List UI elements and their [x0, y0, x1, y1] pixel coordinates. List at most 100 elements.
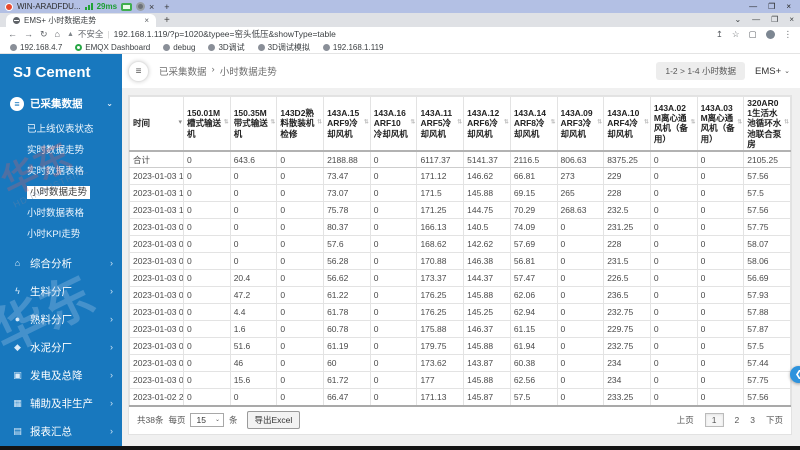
column-header[interactable]: 时间 ▾	[129, 95, 184, 152]
sidebar-item[interactable]: ● 熟料分厂 ›	[0, 305, 122, 333]
app-menu-dropdown[interactable]: EMS+ ⌄	[755, 66, 790, 77]
tab-title: EMS+ 小时数据走势	[24, 16, 97, 25]
sidebar-item[interactable]: ⌂ 综合分析 ›	[0, 249, 122, 277]
sidebar-item[interactable]: ▤ 报表汇总 ›	[0, 417, 122, 445]
sidebar-subitem[interactable]: 实时数据走势	[0, 138, 122, 159]
back-icon[interactable]: ←	[8, 29, 17, 39]
profile-avatar[interactable]	[765, 29, 775, 39]
remote-close-button[interactable]: ×	[786, 2, 791, 11]
tab-groups-icon[interactable]: ▢	[748, 29, 756, 40]
page-button[interactable]: 1	[704, 412, 724, 427]
sidebar-group-collected-data[interactable]: ≡ 已采集数据 ⌄	[0, 90, 122, 116]
column-header[interactable]: 143A.12ARF6冷却风机 ⇅	[463, 95, 511, 152]
sort-icon[interactable]: ⇅	[364, 120, 369, 127]
bookmark-star-icon[interactable]: ☆	[732, 29, 740, 40]
remote-new-tab-button[interactable]: +	[164, 2, 169, 12]
column-header-label: 143A.10ARF4冷却风机	[607, 108, 640, 139]
sidebar-item[interactable]: ▦ 辅助及非生产 ›	[0, 389, 122, 417]
column-header[interactable]: 143A.15ARF9冷却风机 ⇅	[323, 95, 371, 152]
browser-menu-icon[interactable]: ⋮	[784, 29, 793, 40]
sort-icon[interactable]: ⇅	[317, 120, 322, 127]
value-cell: 66.81	[509, 167, 558, 186]
sidebar-subitem[interactable]: 小时数据表格	[0, 201, 122, 222]
reload-icon[interactable]: ↻	[40, 29, 48, 40]
sidebar-item[interactable]: ▣ 发电及总降 ›	[0, 361, 122, 389]
sort-caret-icon[interactable]: ▾	[178, 119, 182, 127]
bookmark-item[interactable]: 192.168.1.119	[322, 43, 383, 52]
range-selector[interactable]: 1-2 > 1-4 小时数据	[656, 62, 745, 80]
next-page-button[interactable]: 下页	[766, 414, 783, 426]
bookmark-item[interactable]: EMQX Dashboard	[75, 43, 150, 52]
sort-icon[interactable]: ⇅	[550, 120, 555, 127]
sidebar-item[interactable]: ⊙查看所有数据›	[0, 445, 122, 446]
collapse-panel-button[interactable]: ❮	[790, 366, 800, 383]
sort-icon[interactable]: ⇅	[224, 120, 229, 127]
column-header[interactable]: 150.01M槽式输送机 ⇅	[183, 95, 231, 152]
column-header[interactable]: 143D2熟料散装机检修 ⇅	[276, 95, 325, 152]
sidebar-item[interactable]: ϟ 生料分厂 ›	[0, 277, 122, 305]
sidebar-menu: ⌂ 综合分析 › ϟ 生料分厂 › ● 熟料分厂 › ◆ 水泥分厂 › ▣ 发电及总降 › ▦ 辅助及非生产 › ▤…	[0, 249, 122, 446]
remote-tab-close-button[interactable]: ×	[149, 2, 154, 12]
new-tab-button[interactable]: +	[156, 15, 178, 27]
url-field[interactable]: ▲ 不安全 | 192.168.1.119/?p=1020&typee=窑头低压…	[67, 28, 709, 40]
sort-icon[interactable]: ⇅	[457, 120, 462, 127]
browser-minimize-button[interactable]: —	[752, 15, 760, 24]
column-header[interactable]: 143A.16ARF10冷却风机 ⇅	[369, 95, 418, 152]
value-cell: 0	[696, 269, 745, 288]
bookmark-item[interactable]: 192.168.4.7	[10, 43, 62, 52]
value-cell: 57.56	[743, 167, 791, 186]
value-cell: 57.93	[743, 286, 791, 305]
browser-profile-dropdown-icon[interactable]: ⌄	[734, 15, 741, 24]
bookmark-item[interactable]: 3D调试模拟	[257, 42, 310, 53]
session-badge-icon[interactable]	[136, 2, 146, 11]
sort-icon[interactable]: ⇅	[784, 120, 789, 127]
browser-restore-button[interactable]: ❐	[771, 15, 778, 24]
value-cell: 0	[229, 218, 278, 237]
screen-badge-icon[interactable]	[121, 2, 133, 11]
sort-icon[interactable]: ⇅	[410, 120, 415, 127]
remote-restore-button[interactable]: ❐	[768, 2, 775, 11]
column-header[interactable]: 143A.02M离心通风机（备用） ⇅	[649, 95, 698, 152]
column-header[interactable]: 143A.11ARF5冷却风机 ⇅	[416, 95, 465, 152]
sidebar-item[interactable]: ◆ 水泥分厂 ›	[0, 333, 122, 361]
remote-minimize-button[interactable]: —	[749, 2, 757, 11]
column-header[interactable]: 143A.03M离心通风机（备用） ⇅	[696, 95, 745, 152]
column-header[interactable]: 143A.10ARF4冷却风机 ⇅	[603, 95, 651, 152]
sidebar-subitem[interactable]: 已上线仪表状态	[0, 117, 122, 138]
column-header[interactable]: 143A.09ARF3冷却风机 ⇅	[556, 95, 605, 152]
share-icon[interactable]: ↥	[716, 29, 723, 40]
per-page-select[interactable]: 15 ⌄	[190, 412, 224, 427]
column-header[interactable]: 150.35M带式输送机 ⇅	[229, 95, 278, 152]
browser-tab[interactable]: EMS+ 小时数据走势 ×	[6, 14, 156, 27]
sidebar-subitem[interactable]: 小时KPI走势	[0, 222, 122, 243]
hamburger-menu-button[interactable]: ≡	[128, 60, 149, 82]
sort-icon[interactable]: ⇅	[270, 120, 275, 127]
column-header[interactable]: 320AR01生活水池循环水池联合泵房 ⇅	[743, 95, 791, 152]
column-header[interactable]: 143A.14ARF8冷却风机 ⇅	[509, 95, 558, 152]
bookmark-item[interactable]: 3D调试	[208, 42, 245, 53]
sidebar-subitem[interactable]: 小时数据走势	[0, 180, 122, 201]
export-excel-button[interactable]: 导出Excel	[246, 410, 301, 429]
bookmark-label: 3D调试模拟	[267, 42, 310, 52]
tab-close-button[interactable]: ×	[144, 16, 149, 25]
total-cell: 合计	[129, 150, 184, 169]
forward-icon[interactable]: →	[24, 29, 33, 39]
home-icon[interactable]: ⌂	[55, 29, 60, 39]
value-cell: 0	[696, 235, 745, 254]
sort-icon[interactable]: ⇅	[504, 120, 509, 127]
time-cell: 2023-01-03 05	[129, 286, 184, 305]
breadcrumb-item[interactable]: 已采集数据	[159, 64, 207, 78]
prev-page-button[interactable]: 上页	[677, 414, 694, 426]
bookmark-item[interactable]: debug	[163, 43, 195, 52]
page-button[interactable]: 3	[750, 415, 755, 425]
sidebar-subitem[interactable]: 实时数据表格	[0, 159, 122, 180]
page-button[interactable]: 2	[735, 415, 740, 425]
remote-session-title[interactable]: WIN-ARADFDU...	[17, 2, 81, 11]
browser-close-button[interactable]: ×	[789, 15, 794, 24]
sort-icon[interactable]: ⇅	[691, 120, 696, 127]
sort-icon[interactable]: ⇅	[644, 120, 649, 127]
sort-icon[interactable]: ⇅	[597, 120, 602, 127]
value-cell: 57.87	[743, 320, 791, 339]
sort-icon[interactable]: ⇅	[737, 120, 742, 127]
table-total-row: 合计 0 643.6 0 2188.88 0 6117.37 5141.37 2116.5 806…	[129, 150, 791, 169]
